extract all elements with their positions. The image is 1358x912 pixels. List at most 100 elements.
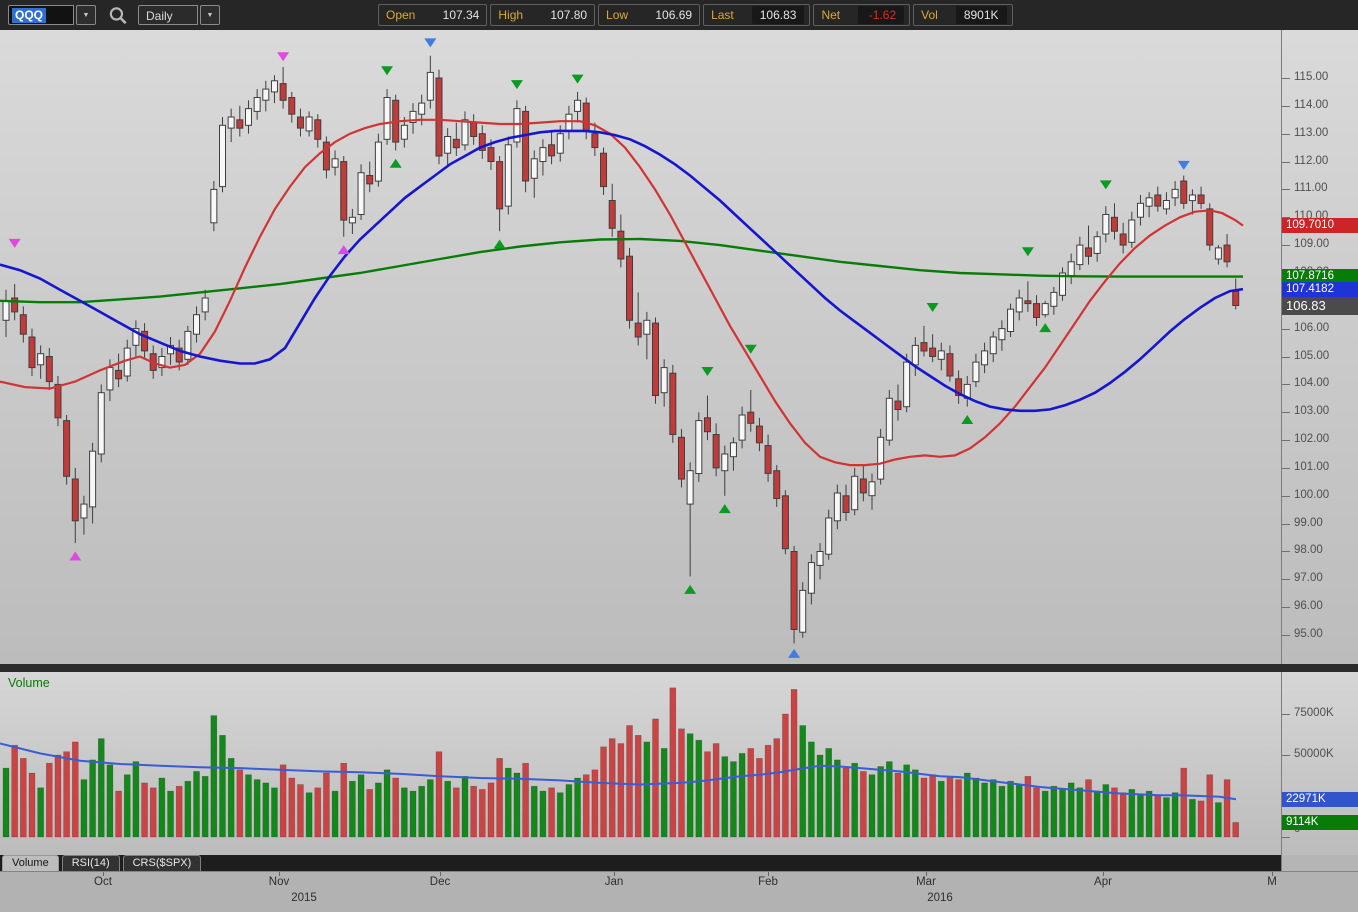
symbol-dropdown-button[interactable]: ▼ [76,5,96,25]
volume-bar [401,787,408,838]
volume-bar [1111,787,1118,838]
candle [877,428,885,485]
volume-bar [245,774,252,838]
volume-chart[interactable] [0,672,1281,855]
candle-body [1033,303,1041,319]
tab-volume[interactable]: Volume [2,855,59,871]
candle [989,331,997,363]
candle [141,323,149,360]
month-label: Jan [604,876,624,888]
volume-bar [600,746,607,838]
volume-bar [71,741,79,838]
candle [894,384,902,421]
price-tick-label: 111.00 [1294,182,1328,194]
candle [738,406,746,449]
tab-rsi[interactable]: RSI(14) [61,855,120,871]
candle [1223,234,1231,268]
price-tick-label: 96.00 [1294,600,1323,612]
price-tick [1282,412,1290,413]
search-icon[interactable] [107,6,129,25]
candle [28,328,36,376]
volume-bar [331,790,339,838]
quote-bar: Open 107.34 High 107.80 Low 106.69 Last 106.… [378,4,1013,26]
candle-body [565,113,573,132]
candle-body [807,562,815,594]
candle [236,105,244,137]
price-tick-label: 95.00 [1294,628,1323,640]
net-value: -1.62 [858,6,905,24]
candle-body [946,353,954,377]
volume-bar [297,784,304,838]
candle [496,156,504,232]
price-chart[interactable] [0,30,1281,664]
candle-body [556,133,564,154]
candle [115,353,123,388]
volume-bar [97,738,105,838]
candle-body [1128,219,1136,243]
interval-group: Daily ▼ [138,5,220,25]
candle [530,150,538,198]
volume-bar [634,734,642,838]
candle-body [262,88,270,101]
price-axis[interactable]: 115.00 114.00 113.00 112.00 111.00 110.00 109.… [1281,30,1358,664]
candle-body [227,116,235,129]
candle-body [591,133,599,149]
candle [582,97,590,140]
time-axis[interactable]: Oct Nov Dec Jan Feb Mar Apr M 2015 2016 [0,871,1358,912]
vol-value: 8901K [955,6,1007,24]
candle-body [781,495,789,550]
interval-select[interactable]: Daily [138,5,198,25]
candle-body [981,350,989,366]
volume-bar [253,779,261,838]
volume-tick [1282,837,1290,838]
candle [781,490,789,555]
candle-body [253,97,261,112]
signal-marker-up [389,158,402,168]
candle [1015,289,1023,321]
volume-bar [1015,784,1023,838]
price-tick-label: 102.00 [1294,433,1330,445]
pane-splitter[interactable] [0,664,1358,672]
volume-bar [617,743,625,838]
candle-body [461,119,469,146]
candle [478,125,486,159]
candle [842,484,850,521]
candle-body [89,450,97,508]
tab-crs[interactable]: CRS($SPX) [122,855,202,871]
candle-body [1171,188,1179,199]
price-tick [1282,245,1290,246]
price-tick [1282,551,1290,552]
symbol-input[interactable]: QQQ [8,5,74,25]
candle-body [825,517,833,555]
candle-body [669,372,677,436]
candle [937,342,945,371]
candle-body [816,551,824,566]
volume-tick-label: 75000K [1294,707,1334,719]
signal-marker-up [788,648,801,658]
candle-body [1214,247,1222,260]
candle-body [695,420,703,475]
volume-bar [1145,790,1153,838]
volume-bar [1119,792,1127,838]
candle-body [357,172,365,215]
candle [1145,192,1153,218]
year-label: 2015 [291,892,317,904]
interval-dropdown-button[interactable]: ▼ [200,5,220,25]
vol-label: Vol [921,8,938,22]
candle [703,395,711,441]
price-tick [1282,384,1290,385]
month-label: Apr [1094,876,1112,888]
volume-axis[interactable]: 75000K50000K022971K9114K [1281,672,1358,855]
candle [348,208,356,234]
price-tick-label: 99.00 [1294,517,1323,529]
candle [227,108,235,143]
volume-bar [37,787,44,838]
candle [37,345,45,379]
volume-bar [652,718,659,838]
candle-body [426,71,434,101]
price-tick [1282,329,1290,330]
candle [721,445,729,496]
candle-body [1085,247,1092,257]
volume-bar [591,769,599,838]
candle-body [444,136,452,154]
